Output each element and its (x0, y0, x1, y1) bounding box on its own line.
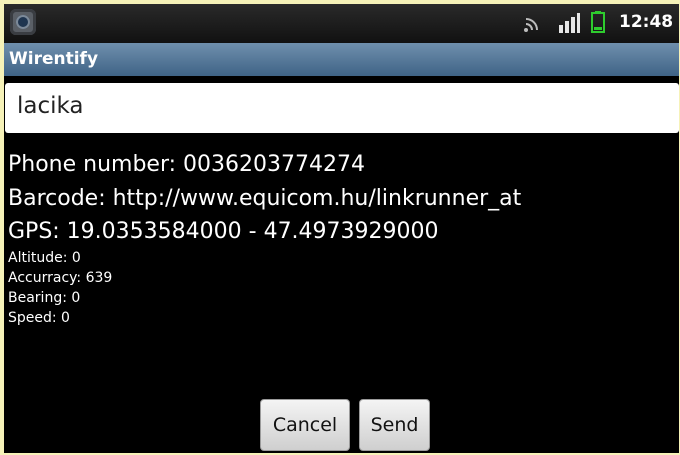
app-title-bar: Wirentify (4, 43, 679, 76)
wifi-icon (524, 18, 538, 32)
gps-text: GPS: 19.0353584000 - 47.4973929000 (8, 219, 439, 244)
phone-number-text: Phone number: 0036203774274 (8, 152, 365, 177)
name-input[interactable]: lacika (5, 83, 679, 133)
send-button[interactable]: Send (359, 399, 430, 451)
phone-screen: 12:48 Wirentify lacika Phone number: 003… (4, 4, 679, 453)
signal-icon (559, 13, 580, 33)
app-title: Wirentify (9, 49, 99, 69)
status-time: 12:48 (619, 12, 674, 32)
status-bar: 12:48 (4, 4, 679, 43)
accuracy-text: Accurracy: 639 (8, 270, 113, 286)
battery-icon (591, 11, 605, 33)
altitude-text: Altitude: 0 (8, 250, 81, 266)
name-input-value: lacika (17, 93, 84, 119)
cancel-button[interactable]: Cancel (260, 399, 350, 451)
app-notification-icon[interactable] (10, 9, 36, 35)
barcode-text: Barcode: http://www.equicom.hu/linkrunne… (8, 186, 522, 211)
bearing-text: Bearing: 0 (8, 290, 81, 306)
speed-text: Speed: 0 (8, 310, 70, 326)
